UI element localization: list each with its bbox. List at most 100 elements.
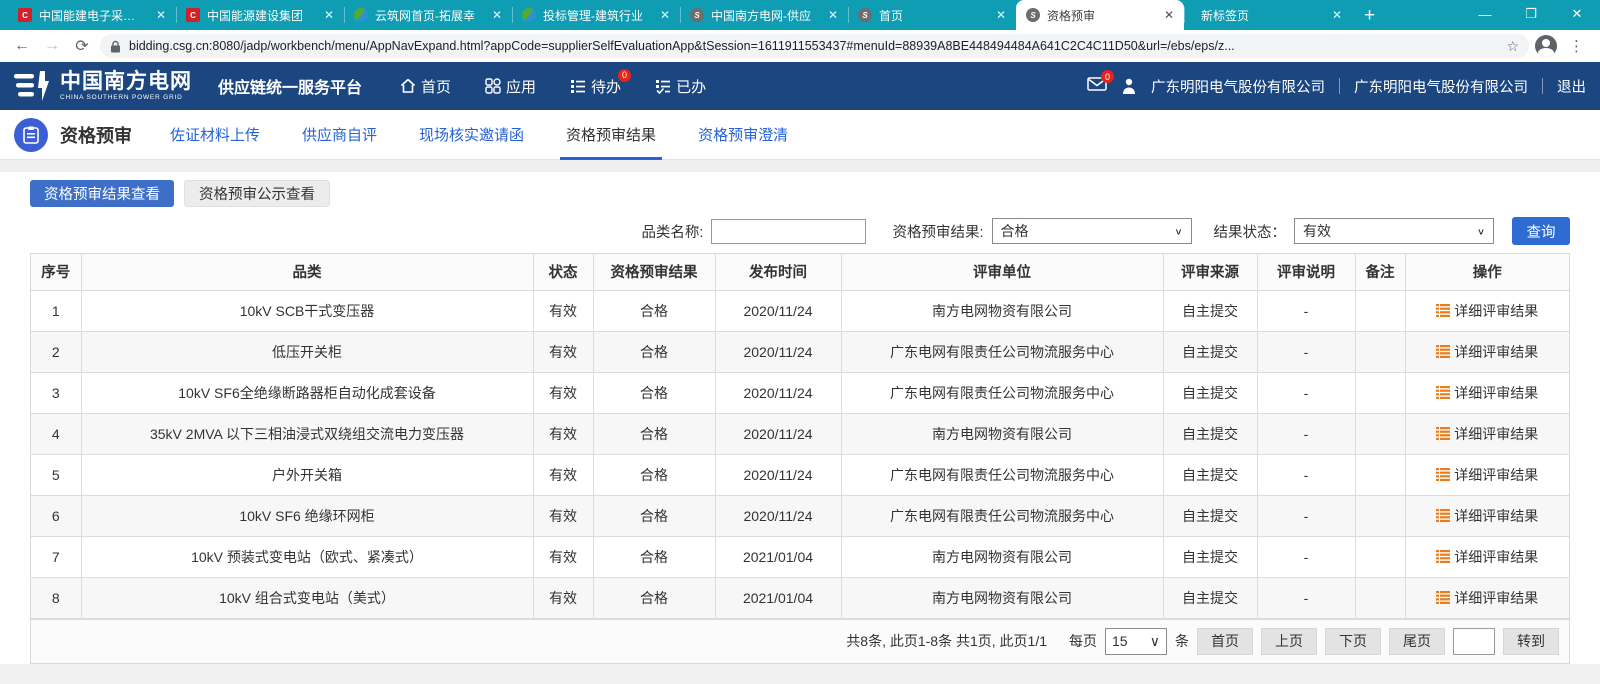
detail-result-link[interactable]: 详细评审结果 [1406,496,1570,536]
browser-toolbar: ← → ⟳ bidding.csg.cn:8080/jadp/workbench… [0,30,1600,62]
reload-button[interactable]: ⟳ [70,36,94,56]
first-page-button[interactable]: 首页 [1197,628,1253,655]
detail-result-link[interactable]: 详细评审结果 [1406,414,1570,454]
subnav-tab[interactable]: 资格预审结果 [566,110,656,160]
browser-tab[interactable]: 中国能源建设集团 ✕ [176,0,344,30]
done-list-icon [655,78,671,94]
tab-close-icon[interactable]: ✕ [658,8,672,22]
detail-result-label: 详细评审结果 [1454,465,1538,485]
result-select-value: 合格 [1001,221,1029,241]
browser-tab[interactable]: 新标签页 ✕ [1184,0,1352,30]
nav-done[interactable]: 已办 [655,76,706,97]
detail-result-link[interactable]: 详细评审结果 [1406,332,1570,372]
nav-apps[interactable]: 应用 [485,76,536,97]
cell-no: 2 [31,331,81,372]
tab-title: 资格预审 [1047,7,1155,24]
mail-count-badge: 0 [1101,70,1114,83]
back-button[interactable]: ← [10,37,34,55]
result-view-button[interactable]: 资格预审结果查看 [30,180,174,207]
public-view-button[interactable]: 资格预审公示查看 [184,180,330,207]
forward-button[interactable]: → [40,37,64,55]
browser-tab[interactable]: 投标管理-建筑行业 ✕ [512,0,680,30]
cell-remark [1355,331,1405,372]
platform-title: 供应链统一服务平台 [218,74,362,98]
cell-no: 5 [31,454,81,495]
subnav-tab[interactable]: 佐证材料上传 [170,110,260,160]
cell-date: 2020/11/24 [715,495,841,536]
browser-menu-icon[interactable]: ⋮ [1563,37,1590,55]
browser-profile-avatar[interactable] [1535,35,1557,57]
detail-result-link[interactable]: 详细评审结果 [1406,578,1570,618]
nav-todo-label: 待办 [591,76,621,97]
cell-result: 合格 [593,331,715,372]
goto-page-input[interactable] [1453,628,1495,655]
per-page-select[interactable]: 15 ∨ [1105,628,1167,655]
cell-category: 低压开关柜 [81,331,533,372]
category-name-input[interactable] [711,219,866,244]
messages-button[interactable]: 0 [1087,76,1107,96]
tab-close-icon[interactable]: ✕ [826,8,840,22]
goto-button[interactable]: 转到 [1503,628,1559,655]
apps-grid-icon [485,78,501,94]
tab-title: 首页 [879,7,987,24]
cell-status: 有效 [533,495,593,536]
next-page-button[interactable]: 下页 [1325,628,1381,655]
cell-source: 自主提交 [1163,577,1257,618]
col-header-note: 评审说明 [1257,254,1355,290]
company-name-secondary[interactable]: 广东明阳电气股份有限公司 [1354,76,1528,97]
detail-result-link[interactable]: 详细评审结果 [1406,373,1570,413]
col-header-unit: 评审单位 [841,254,1163,290]
cell-category: 10kV SF6 绝缘环网柜 [81,495,533,536]
browser-tab[interactable]: 资格预审 ✕ [1016,0,1184,30]
detail-result-link[interactable]: 详细评审结果 [1406,537,1570,577]
divider [1339,78,1340,94]
detail-result-label: 详细评审结果 [1454,342,1538,362]
subnav-tab[interactable]: 现场核实邀请函 [419,110,524,160]
pagination-bar: 共8条, 此页1-8条 共1页, 此页1/1 每页 15 ∨ 条 首页 上页 下… [31,619,1569,663]
window-maximize-button[interactable]: ❐ [1508,0,1554,28]
logo-title: 中国南方电网 [60,71,192,92]
detail-result-link[interactable]: 详细评审结果 [1406,291,1570,331]
cell-result: 合格 [593,454,715,495]
browser-tab[interactable]: 首页 ✕ [848,0,1016,30]
bookmark-star-icon[interactable]: ☆ [1506,38,1519,55]
cell-category: 户外开关箱 [81,454,533,495]
tab-close-icon[interactable]: ✕ [490,8,504,22]
tab-favicon [858,8,872,22]
todo-list-icon [570,78,586,94]
detail-result-label: 详细评审结果 [1454,383,1538,403]
address-bar[interactable]: bidding.csg.cn:8080/jadp/workbench/menu/… [100,34,1529,58]
window-minimize-button[interactable]: — [1462,0,1508,28]
logout-button[interactable]: 退出 [1557,76,1586,97]
tab-title: 云筑网首页-拓展幸 [375,7,483,24]
cell-source: 自主提交 [1163,331,1257,372]
orange-list-icon [1436,427,1450,440]
tab-close-icon[interactable]: ✕ [322,8,336,22]
col-header-no: 序号 [31,254,81,290]
detail-result-label: 详细评审结果 [1454,588,1538,608]
company-name-primary[interactable]: 广东明阳电气股份有限公司 [1151,76,1325,97]
browser-tab[interactable]: 中国能建电子采购平 ✕ [8,0,176,30]
browser-tab[interactable]: 中国南方电网-供应 ✕ [680,0,848,30]
tab-close-icon[interactable]: ✕ [1330,8,1344,22]
nav-home[interactable]: 首页 [400,76,451,97]
status-select[interactable]: 有效 ∨ [1294,218,1494,244]
tab-close-icon[interactable]: ✕ [154,8,168,22]
nav-todo[interactable]: 待办 0 [570,76,621,97]
csg-logo: 中国南方电网 CHINA SOUTHERN POWER GRID [14,70,192,102]
search-button[interactable]: 查询 [1512,217,1570,245]
user-icon[interactable] [1121,78,1137,95]
window-close-button[interactable]: ✕ [1554,0,1600,28]
result-select[interactable]: 合格 ∨ [992,218,1192,244]
detail-result-link[interactable]: 详细评审结果 [1406,455,1570,495]
tab-close-icon[interactable]: ✕ [994,8,1008,22]
browser-tab[interactable]: 云筑网首页-拓展幸 ✕ [344,0,512,30]
last-page-button[interactable]: 尾页 [1389,628,1445,655]
cell-no: 4 [31,413,81,454]
tab-close-icon[interactable]: ✕ [1162,8,1176,22]
subnav-tab[interactable]: 供应商自评 [302,110,377,160]
new-tab-button[interactable]: + [1364,6,1375,25]
cell-unit: 广东电网有限责任公司物流服务中心 [841,331,1163,372]
prev-page-button[interactable]: 上页 [1261,628,1317,655]
subnav-tab[interactable]: 资格预审澄清 [698,110,788,160]
